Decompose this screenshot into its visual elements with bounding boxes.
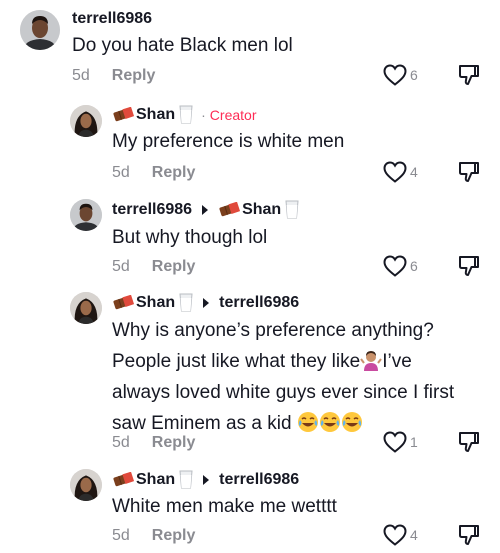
reply-button[interactable]: Reply — [152, 434, 196, 452]
avatar[interactable] — [70, 469, 102, 501]
like-button[interactable]: 4 — [383, 524, 418, 546]
comment-header: Shan · Creator — [112, 105, 256, 124]
tears-of-joy-icon — [319, 411, 341, 433]
comment-meta: 5d Reply — [112, 258, 195, 276]
username[interactable]: terrell6986 — [72, 10, 152, 28]
like-count: 6 — [410, 258, 418, 274]
heart-icon — [383, 255, 407, 277]
creator-badge: Creator — [209, 106, 257, 123]
heart-icon — [383, 64, 407, 86]
comment-text: Do you hate Black men lol — [72, 35, 293, 56]
username[interactable]: terrell6986 — [112, 201, 192, 219]
tears-of-joy-icon — [341, 411, 363, 433]
like-count: 4 — [410, 527, 418, 543]
avatar[interactable] — [70, 292, 102, 324]
like-button[interactable]: 4 — [383, 161, 418, 183]
comment-header: terrell6986 — [72, 10, 152, 28]
username[interactable]: Shan — [136, 106, 175, 124]
comment-text-segment: I’ve — [382, 351, 412, 372]
comment-text: Why is anyone’s preference anything? Peo… — [112, 316, 492, 438]
avatar[interactable] — [70, 199, 102, 231]
milk-glass-icon — [179, 105, 193, 124]
reply-to-arrow-icon — [203, 297, 210, 308]
comment-text-line: People just like what they like I’ve — [112, 347, 492, 376]
milk-glass-icon — [179, 293, 193, 312]
thumbs-down-icon[interactable] — [458, 255, 480, 277]
like-button[interactable]: 6 — [383, 64, 418, 86]
comment-text-segment: People just like what they like — [112, 351, 361, 372]
timestamp: 5d — [112, 258, 130, 275]
chocolate-bar-icon — [112, 107, 134, 122]
comment-text-segment: saw Eminem as a kid — [112, 413, 292, 434]
like-button[interactable]: 1 — [383, 431, 418, 453]
comment-text: White men make me wetttt — [112, 496, 337, 517]
reply-to-arrow-icon — [203, 474, 210, 485]
avatar[interactable] — [70, 105, 102, 137]
reply-to-username[interactable]: terrell6986 — [219, 294, 299, 312]
thumbs-down-icon[interactable] — [458, 64, 480, 86]
comment-header: Shan terrell6986 — [112, 470, 299, 489]
reply-button[interactable]: Reply — [152, 164, 196, 182]
separator-dot: · — [201, 106, 206, 123]
heart-icon — [383, 524, 407, 546]
comment-header: terrell6986 Shan — [112, 200, 299, 219]
avatar[interactable] — [20, 10, 60, 50]
reply-to-username[interactable]: Shan — [242, 201, 281, 219]
timestamp: 5d — [112, 164, 130, 181]
like-count: 6 — [410, 67, 418, 83]
chocolate-bar-icon — [112, 472, 134, 487]
chocolate-bar-icon — [112, 295, 134, 310]
username[interactable]: Shan — [136, 294, 175, 312]
heart-icon — [383, 161, 407, 183]
comment-meta: 5d Reply — [72, 67, 155, 85]
like-button[interactable]: 6 — [383, 255, 418, 277]
milk-glass-icon — [179, 470, 193, 489]
tears-of-joy-icon — [297, 411, 319, 433]
username[interactable]: Shan — [136, 471, 175, 489]
woman-shrugging-icon — [360, 349, 382, 371]
timestamp: 5d — [112, 527, 130, 544]
comment-text-line: Why is anyone’s preference anything? — [112, 320, 434, 341]
heart-icon — [383, 431, 407, 453]
timestamp: 5d — [112, 434, 130, 451]
thumbs-down-icon[interactable] — [458, 431, 480, 453]
comment-meta: 5d Reply — [112, 527, 195, 545]
milk-glass-icon — [285, 200, 299, 219]
reply-to-username[interactable]: terrell6986 — [219, 471, 299, 489]
comment-text: My preference is white men — [112, 131, 345, 152]
comment-text: But why though lol — [112, 227, 268, 248]
reply-button[interactable]: Reply — [152, 527, 196, 545]
comment-meta: 5d Reply — [112, 164, 195, 182]
thumbs-down-icon[interactable] — [458, 161, 480, 183]
thumbs-down-icon[interactable] — [458, 524, 480, 546]
reply-button[interactable]: Reply — [112, 67, 156, 85]
like-count: 1 — [410, 434, 418, 450]
chocolate-bar-icon — [218, 202, 240, 217]
like-count: 4 — [410, 164, 418, 180]
comment-meta: 5d Reply — [112, 434, 195, 452]
reply-button[interactable]: Reply — [152, 258, 196, 276]
timestamp: 5d — [72, 67, 90, 84]
comment-text-line: always loved white guys ever since I fir… — [112, 382, 455, 403]
comment-header: Shan terrell6986 — [112, 293, 299, 312]
reply-to-arrow-icon — [202, 204, 209, 215]
